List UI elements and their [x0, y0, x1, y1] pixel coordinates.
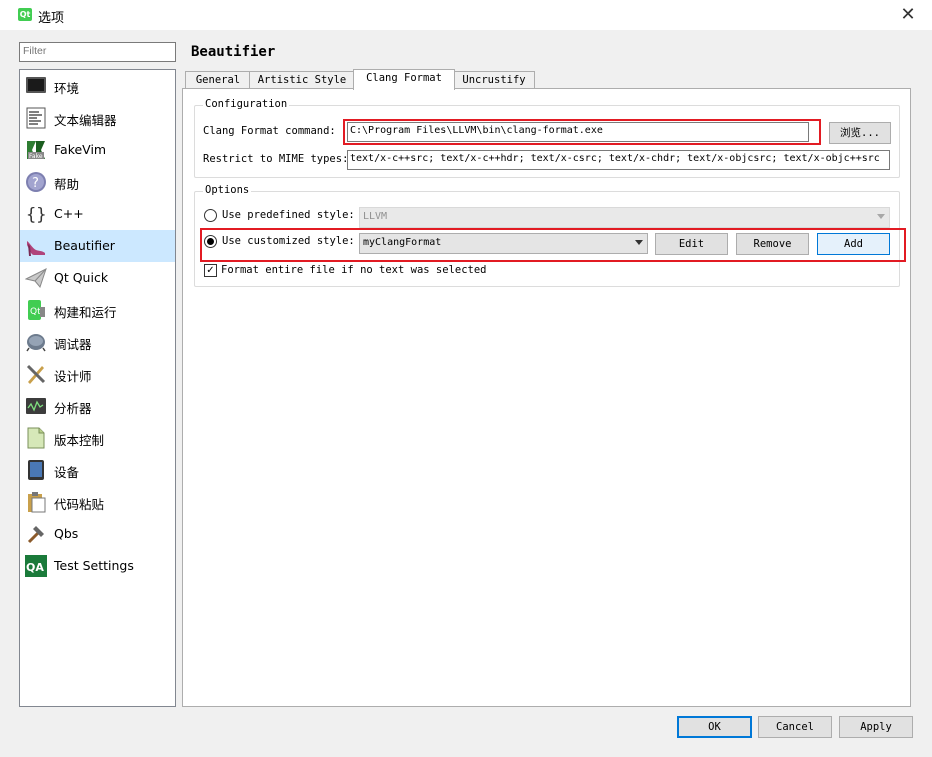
- format-entire-file-checkbox[interactable]: ✓: [204, 264, 217, 277]
- hammer-icon: [27, 526, 44, 544]
- predefined-style-value: LLVM: [363, 211, 388, 222]
- category-label: Test Settings: [54, 558, 134, 573]
- category-item-beautifier[interactable]: Beautifier: [20, 230, 175, 262]
- category-item-fakevim[interactable]: Fake FakeVim: [20, 134, 175, 166]
- category-label: 版本控制: [54, 433, 105, 448]
- predefined-style-radio[interactable]: [204, 209, 217, 222]
- ok-button[interactable]: OK: [677, 716, 752, 738]
- debugger-bug-icon: [26, 334, 46, 352]
- category-item-build-run[interactable]: Qt 构建和运行: [20, 294, 175, 326]
- fakevim-icon: Fake: [27, 141, 45, 160]
- svg-text:Qt: Qt: [30, 307, 41, 317]
- tab-pane: Configuration Clang Format command: C:\P…: [182, 88, 911, 707]
- mime-types-label: Restrict to MIME types:: [203, 153, 349, 165]
- text-editor-icon: [26, 107, 46, 129]
- designer-tools-icon: [26, 364, 46, 384]
- help-icon: ?: [26, 172, 46, 192]
- tab-clang-format[interactable]: Clang Format: [353, 69, 455, 90]
- clang-format-command-label: Clang Format command:: [203, 125, 336, 137]
- qt-app-icon: Qt: [18, 8, 32, 21]
- category-label: Qt Quick: [54, 270, 109, 285]
- device-icon: [28, 460, 44, 480]
- category-label: 帮助: [54, 177, 80, 192]
- category-label: Beautifier: [54, 238, 115, 253]
- category-item-debugger[interactable]: 调试器: [20, 326, 175, 358]
- apply-button[interactable]: Apply: [839, 716, 913, 738]
- category-label: 文本编辑器: [54, 113, 117, 128]
- high-heel-icon: [27, 241, 45, 256]
- svg-text:QA: QA: [26, 561, 44, 574]
- browse-button[interactable]: 浏览...: [829, 122, 891, 144]
- chevron-down-icon: [877, 214, 885, 219]
- category-item-analyzer[interactable]: 分析器: [20, 390, 175, 422]
- mime-types-value: text/x-c++src; text/x-c++hdr; text/x-csr…: [350, 153, 880, 164]
- category-label: 构建和运行: [54, 305, 117, 320]
- filter-field[interactable]: [19, 42, 176, 62]
- page-title: Beautifier: [191, 44, 276, 60]
- close-icon[interactable]: ✕: [896, 3, 920, 27]
- svg-text:?: ?: [32, 176, 39, 191]
- category-label: 分析器: [54, 401, 92, 416]
- mime-types-field[interactable]: text/x-c++src; text/x-c++hdr; text/x-csr…: [347, 150, 890, 170]
- category-item-qt-quick[interactable]: Qt Quick: [20, 262, 175, 294]
- svg-text:{}: {}: [26, 205, 46, 225]
- cancel-button[interactable]: Cancel: [758, 716, 832, 738]
- highlight-command-box: [343, 119, 821, 145]
- braces-icon: {}: [26, 205, 46, 225]
- category-item-help[interactable]: ? 帮助: [20, 166, 175, 198]
- monitor-icon: [26, 77, 46, 93]
- predefined-style-label: Use predefined style:: [222, 209, 355, 221]
- tab-artistic-style[interactable]: Artistic Style: [249, 71, 355, 89]
- build-run-icon: Qt: [28, 300, 45, 320]
- category-label: FakeVim: [54, 142, 107, 157]
- analyzer-icon: [26, 398, 46, 414]
- code-paste-icon: [28, 492, 46, 513]
- category-item-environment[interactable]: 环境: [20, 70, 175, 102]
- predefined-style-combo[interactable]: LLVM: [359, 207, 890, 228]
- category-item-text-editor[interactable]: 文本编辑器: [20, 102, 175, 134]
- tab-uncrustify[interactable]: Uncrustify: [453, 71, 535, 89]
- category-list: 环境 文本编辑器 Fake FakeVim ? 帮助 {} C++ Beauti…: [19, 69, 176, 707]
- category-label: 环境: [54, 81, 80, 96]
- options-group-title: Options: [203, 184, 252, 196]
- configuration-group-title: Configuration: [203, 98, 290, 110]
- category-item-cpp[interactable]: {} C++: [20, 198, 175, 230]
- svg-text:Fake: Fake: [29, 153, 43, 160]
- highlight-custom-style-box: [200, 228, 906, 262]
- category-item-version-control[interactable]: 版本控制: [20, 422, 175, 454]
- paper-plane-icon: [25, 268, 47, 289]
- format-entire-file-label: Format entire file if no text was select…: [221, 264, 487, 276]
- category-label: 调试器: [54, 337, 92, 352]
- qa-icon: QA: [25, 555, 47, 577]
- category-item-devices[interactable]: 设备: [20, 454, 175, 486]
- tab-general[interactable]: General: [185, 71, 251, 89]
- category-label: 设备: [54, 465, 80, 480]
- category-label: 设计师: [54, 369, 92, 384]
- version-control-icon: [27, 427, 45, 449]
- filter-input[interactable]: [20, 43, 173, 59]
- window-title: 选项: [38, 11, 65, 26]
- category-label: Qbs: [54, 526, 79, 541]
- category-item-code-paste[interactable]: 代码粘贴: [20, 486, 175, 518]
- title-bar: Qt 选项 ✕: [0, 0, 932, 30]
- category-label: 代码粘贴: [54, 497, 105, 512]
- category-label: C++: [54, 206, 84, 221]
- category-item-test-settings[interactable]: QA Test Settings: [20, 550, 175, 582]
- category-item-designer[interactable]: 设计师: [20, 358, 175, 390]
- category-item-qbs[interactable]: Qbs: [20, 518, 175, 550]
